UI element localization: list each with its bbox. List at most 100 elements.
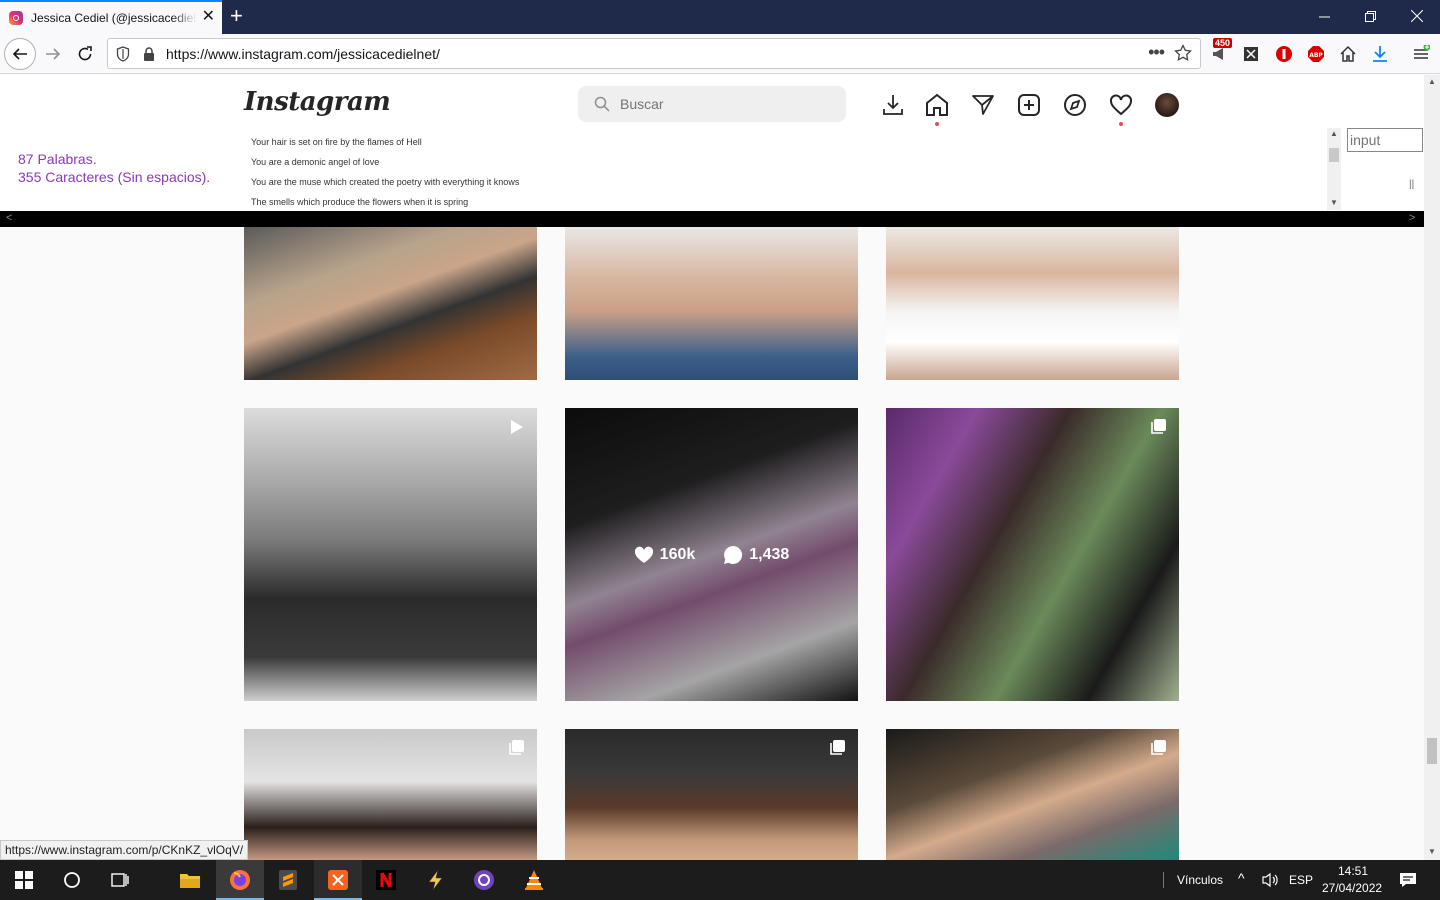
firefox-icon[interactable] — [228, 868, 252, 892]
restore-button[interactable] — [1347, 0, 1393, 32]
post-hover-stats: 160k 1,438 — [565, 408, 858, 701]
task-view-icon[interactable] — [108, 868, 132, 892]
extension-tool-icon[interactable] — [1241, 44, 1261, 64]
browser-tab-instagram[interactable]: Jessica Cediel (@jessicacedielnet) ✕ — [0, 0, 222, 34]
vlc-icon[interactable] — [522, 868, 546, 892]
instagram-favicon-icon — [9, 11, 23, 25]
post-thumbnail[interactable] — [244, 408, 537, 701]
svg-text:ABP: ABP — [1309, 52, 1323, 59]
video-reel-icon — [511, 420, 523, 434]
page-scroll-thumb[interactable] — [1427, 738, 1437, 764]
page-scrollbar[interactable]: ▲ ▼ — [1424, 75, 1440, 860]
volume-icon[interactable] — [1258, 868, 1282, 892]
notification-badge: 450 — [1213, 38, 1233, 48]
lyrics-line: The smells which produce the flowers whe… — [251, 197, 469, 207]
overlay-horizontal-scrollbar[interactable]: < > — [0, 211, 1424, 227]
search-input[interactable] — [620, 86, 830, 122]
forward-button[interactable] — [37, 38, 69, 70]
sublime-text-icon[interactable] — [276, 868, 300, 892]
ublock-icon[interactable] — [1274, 44, 1294, 64]
post-thumbnail[interactable] — [565, 227, 858, 380]
browser-titlebar: Jessica Cediel (@jessicacedielnet) ✕ + — [0, 0, 1440, 34]
status-link-preview: https://www.instagram.com/p/CKnKZ_vlOqV/ — [0, 840, 249, 860]
post-thumbnail-hovered[interactable]: 160k 1,438 — [565, 408, 858, 701]
comments-count: 1,438 — [749, 545, 790, 563]
page-scroll-down-icon[interactable]: ▼ — [1428, 847, 1436, 856]
post-thumbnail[interactable] — [886, 408, 1179, 701]
profile-avatar[interactable] — [1155, 93, 1179, 117]
tray-chevron-up-icon[interactable]: ^ — [1238, 870, 1245, 886]
post-thumbnail[interactable] — [244, 227, 537, 380]
reload-button[interactable] — [69, 38, 101, 70]
cortana-search-icon[interactable] — [60, 868, 84, 892]
lyrics-line: Your hair is set on fire by the flames o… — [251, 137, 422, 147]
search-box[interactable] — [578, 86, 846, 122]
lyrics-text-area[interactable]: Your hair is set on fire by the flames o… — [251, 132, 519, 212]
char-count: 355 Caracteres (Sin espacios). — [18, 169, 211, 185]
direct-icon[interactable] — [970, 92, 996, 118]
lyrics-scrollbar[interactable]: ▲ ▼ — [1327, 128, 1341, 210]
windows-start-icon[interactable] — [12, 868, 36, 892]
lyrics-scroll-thumb[interactable] — [1329, 148, 1339, 162]
home-icon[interactable] — [1338, 44, 1358, 64]
notifications-icon[interactable] — [1396, 868, 1420, 892]
language-indicator[interactable]: ESP — [1289, 873, 1313, 887]
lock-icon[interactable] — [142, 46, 156, 62]
back-icon — [12, 48, 27, 60]
github-desktop-icon[interactable] — [472, 868, 496, 892]
instagram-logo[interactable]: Instagram — [244, 87, 391, 117]
app-orange-icon[interactable] — [326, 868, 350, 892]
comment-icon — [724, 545, 743, 564]
shield-icon[interactable] — [116, 46, 130, 62]
lyrics-line: You are a demonic angel of love — [251, 157, 380, 167]
app-bolt-icon[interactable] — [424, 868, 448, 892]
forward-icon — [46, 48, 61, 60]
close-window-button[interactable] — [1394, 0, 1440, 32]
clock-time[interactable]: 14:51 — [1338, 864, 1368, 878]
download-icon[interactable] — [880, 92, 906, 118]
post-thumbnail[interactable] — [886, 227, 1179, 380]
activity-heart-icon[interactable] — [1108, 92, 1134, 118]
resize-handle-icon[interactable]: || — [1409, 179, 1414, 190]
post-thumbnail[interactable] — [244, 729, 537, 860]
scroll-right-icon[interactable]: > — [1409, 212, 1415, 224]
home-icon[interactable] — [924, 92, 950, 118]
downloads-icon[interactable] — [1370, 44, 1390, 64]
carousel-icon — [509, 740, 524, 755]
new-post-icon[interactable] — [1016, 92, 1042, 118]
windows-taskbar: Vínculos ^ ESP 14:51 27/04/2022 — [0, 860, 1440, 900]
url-text[interactable]: https://www.instagram.com/jessicacedieln… — [166, 46, 440, 62]
scroll-left-icon[interactable]: < — [6, 212, 12, 224]
adblock-plus-icon[interactable]: ABP — [1306, 44, 1326, 64]
page-scroll-up-icon[interactable]: ▲ — [1428, 77, 1436, 86]
heart-icon — [634, 546, 653, 563]
explore-icon[interactable] — [1062, 92, 1088, 118]
taskbar-divider — [1163, 872, 1164, 888]
new-tab-button[interactable]: + — [230, 4, 243, 28]
page-actions-icon[interactable]: ••• — [1148, 42, 1165, 63]
carousel-icon — [1151, 740, 1166, 755]
activity-notification-dot — [1119, 122, 1123, 126]
links-toolbar[interactable]: Vínculos — [1177, 873, 1223, 887]
scroll-down-icon[interactable]: ▼ — [1330, 198, 1338, 207]
likes-count: 160k — [659, 545, 696, 563]
home-notification-dot — [935, 122, 939, 126]
browser-toolbar: https://www.instagram.com/jessicacedieln… — [0, 34, 1440, 74]
back-button[interactable] — [4, 38, 36, 70]
word-count: 87 Palabras. — [18, 151, 97, 167]
overlay-input[interactable] — [1347, 128, 1423, 152]
lyrics-line: You are the muse which created the poetr… — [251, 177, 520, 187]
file-explorer-icon[interactable] — [178, 868, 202, 892]
post-thumbnail[interactable] — [565, 729, 858, 860]
minimize-button[interactable] — [1301, 0, 1347, 32]
instagram-header: Instagram 87 Palabras. 355 Caracteres (S… — [0, 75, 1424, 211]
bookmark-star-icon[interactable] — [1174, 44, 1192, 62]
scroll-up-icon[interactable]: ▲ — [1330, 129, 1338, 138]
url-bar[interactable]: https://www.instagram.com/jessicacedieln… — [107, 38, 1201, 69]
menu-icon[interactable] — [1411, 44, 1431, 64]
clock-date[interactable]: 27/04/2022 — [1322, 881, 1382, 895]
netflix-icon[interactable] — [374, 868, 398, 892]
reload-icon — [78, 46, 92, 61]
post-thumbnail[interactable] — [886, 729, 1179, 860]
close-tab-icon[interactable]: ✕ — [202, 9, 215, 25]
